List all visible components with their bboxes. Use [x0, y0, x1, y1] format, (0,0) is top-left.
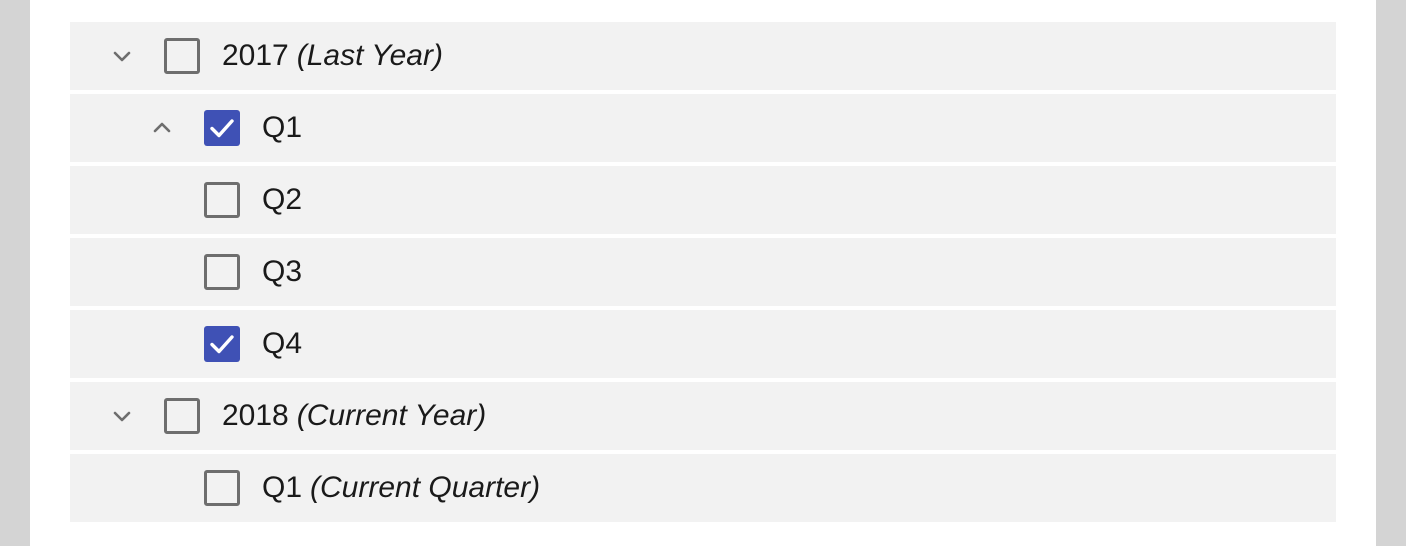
checkbox-2017[interactable]: [164, 38, 200, 74]
tree-row-label: Q1: [262, 111, 303, 144]
checkbox-2017-q1[interactable]: [204, 110, 240, 146]
tree-row-2018[interactable]: 2018 (Current Year): [70, 382, 1336, 450]
tree-row-2018-q1[interactable]: Q1 (Current Quarter): [70, 454, 1336, 522]
tree-row-2017-q4[interactable]: Q4: [70, 310, 1336, 378]
tree-row-label: Q3: [262, 255, 303, 288]
checkbox-2018[interactable]: [164, 398, 200, 434]
tree-row-label: 2017 (Last Year): [222, 39, 443, 72]
period-tree: 2017 (Last Year) Q1 Q2 Q3 Q4 2018 (Curre…: [70, 22, 1336, 526]
filter-panel: 2017 (Last Year) Q1 Q2 Q3 Q4 2018 (Curre…: [30, 0, 1376, 546]
tree-row-label: Q4: [262, 327, 303, 360]
checkbox-2017-q2[interactable]: [204, 182, 240, 218]
tree-row-2017[interactable]: 2017 (Last Year): [70, 22, 1336, 90]
checkmark-icon: [210, 119, 234, 138]
tree-row-2017-q1[interactable]: Q1: [70, 94, 1336, 162]
chevron-up-icon[interactable]: [151, 117, 173, 139]
tree-row-label: 2018 (Current Year): [222, 399, 487, 432]
tree-row-2017-q3[interactable]: Q3: [70, 238, 1336, 306]
checkbox-2018-q1[interactable]: [204, 470, 240, 506]
tree-row-2017-q2[interactable]: Q2: [70, 166, 1336, 234]
checkbox-2017-q4[interactable]: [204, 326, 240, 362]
tree-row-note: (Current Year): [296, 399, 487, 432]
tree-row-label: Q1 (Current Quarter): [262, 471, 541, 504]
tree-row-note: (Last Year): [296, 39, 443, 72]
checkbox-2017-q3[interactable]: [204, 254, 240, 290]
checkmark-icon: [210, 335, 234, 354]
chevron-down-icon[interactable]: [111, 45, 133, 67]
tree-row-label: Q2: [262, 183, 303, 216]
tree-row-note: (Current Quarter): [310, 471, 541, 504]
chevron-down-icon[interactable]: [111, 405, 133, 427]
